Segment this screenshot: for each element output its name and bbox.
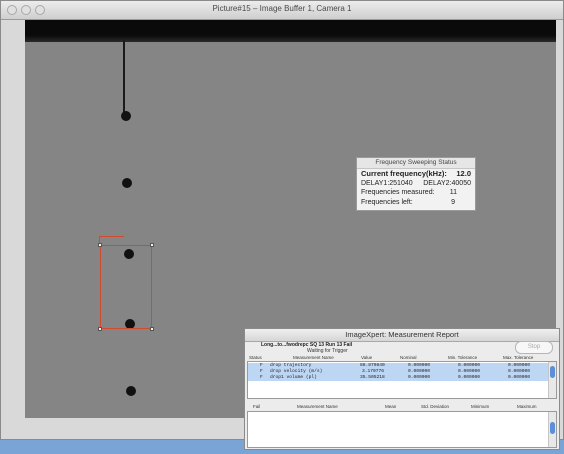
scroll-thumb[interactable] xyxy=(550,422,555,434)
roi-handle-bottom-right[interactable] xyxy=(150,327,154,331)
droplet xyxy=(126,386,136,396)
row-name: drop1 volume (pl) xyxy=(270,375,317,380)
ink-stream xyxy=(123,40,125,116)
droplet xyxy=(121,111,131,121)
stats-header-name[interactable]: Measurement Name xyxy=(297,404,338,409)
roi-handle-top-right[interactable] xyxy=(150,243,154,247)
stats-header-minimum[interactable]: Minimum xyxy=(471,404,489,409)
stats-header-mean[interactable]: Mean xyxy=(385,404,396,409)
scroll-thumb[interactable] xyxy=(550,366,555,378)
table-row[interactable]: F drop1 volume (pl) 35.505218 0.000000 0… xyxy=(248,375,548,381)
stats-header-std-deviation[interactable]: Std. Deviation xyxy=(421,404,449,409)
waiting-status: Waiting for Trigger xyxy=(307,348,348,354)
stop-button[interactable]: Stop xyxy=(515,341,553,354)
frequencies-left-value: 9 xyxy=(451,198,455,206)
row-max-tolerance: 0.000000 xyxy=(508,375,531,380)
nozzle-plate xyxy=(25,20,556,42)
current-frequency-value: 12.0 xyxy=(456,169,471,178)
report-title[interactable]: ImageXpert: Measurement Report xyxy=(245,329,559,342)
statistics-list[interactable] xyxy=(247,411,557,448)
frequencies-left-row: Frequencies left: 9 xyxy=(357,198,475,208)
column-header-value[interactable]: Value xyxy=(361,355,372,360)
frequencies-measured-row: Frequencies measured: 11 xyxy=(357,188,475,198)
delay1-value: DELAY1:251040 xyxy=(361,179,413,187)
frequencies-measured-value: 11 xyxy=(449,189,457,196)
statistics-list-scrollbar[interactable] xyxy=(548,412,556,447)
column-header-nominal[interactable]: Nominal xyxy=(400,355,417,360)
delay-row: DELAY1:251040 DELAY2:40050 xyxy=(357,179,475,189)
column-header-name[interactable]: Measurement Name xyxy=(293,355,334,360)
window-titlebar[interactable]: Picture#15 – Image Buffer 1, Camera 1 xyxy=(1,1,563,20)
frequency-status-panel: Frequency Sweeping Status Current freque… xyxy=(356,157,476,211)
row-value: 35.505218 xyxy=(360,375,385,380)
roi-handle-bottom-left[interactable] xyxy=(98,327,102,331)
measurement-roi[interactable] xyxy=(98,243,154,331)
measurement-list[interactable]: F drop trajectory 88.870840 0.000000 0.0… xyxy=(247,361,557,399)
row-nominal: 0.000000 xyxy=(408,375,431,380)
stats-header-fail[interactable]: Fail xyxy=(253,404,260,409)
measurement-report-window: ImageXpert: Measurement Report Long...to… xyxy=(244,328,560,450)
delay2-value: DELAY2:40050 xyxy=(423,179,471,187)
frequencies-measured-label: Frequencies measured: xyxy=(361,189,435,196)
column-header-max-tolerance[interactable]: Max. Tolerance xyxy=(503,355,533,360)
current-frequency-row: Current frequency(kHz): 12.0 xyxy=(357,169,475,179)
roi-handle-top-left[interactable] xyxy=(98,243,102,247)
measurement-list-scrollbar[interactable] xyxy=(548,362,556,398)
row-status: F xyxy=(260,375,263,380)
column-header-min-tolerance[interactable]: Min. Tolerance xyxy=(448,355,477,360)
row-min-tolerance: 0.000000 xyxy=(458,375,481,380)
current-frequency-label: Current frequency(kHz): xyxy=(361,169,447,178)
window-title: Picture#15 – Image Buffer 1, Camera 1 xyxy=(212,4,352,13)
column-header-status[interactable]: Status xyxy=(249,355,262,360)
status-panel-title: Frequency Sweeping Status xyxy=(357,158,475,169)
frequencies-left-label: Frequencies left: xyxy=(361,198,413,206)
droplet xyxy=(122,178,132,188)
stats-header-maximum[interactable]: Maximum xyxy=(517,404,537,409)
